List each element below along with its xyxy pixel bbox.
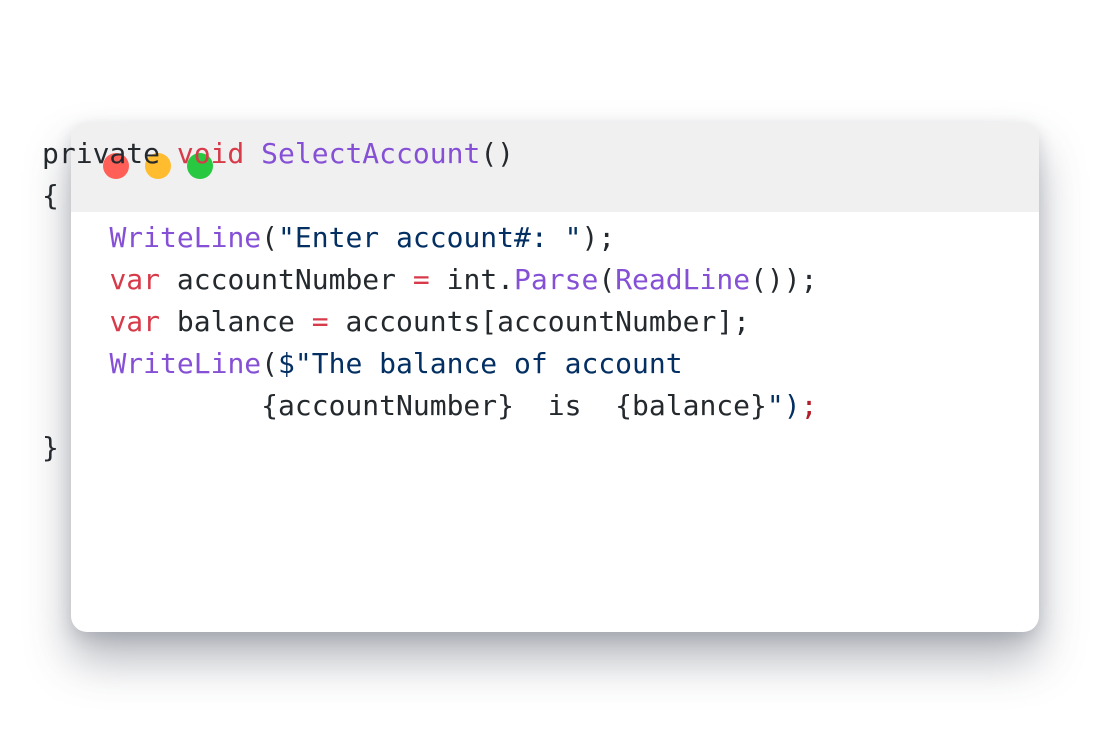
code-line: } <box>42 427 818 469</box>
code-token-plain: { <box>42 179 59 212</box>
code-line: var balance = accounts[accountNumber]; <box>42 301 818 343</box>
code-token-accent: ; <box>800 389 818 422</box>
code-line: private void SelectAccount() <box>42 133 818 175</box>
code-line: WriteLine("Enter account#: "); <box>42 217 818 259</box>
code-token-function: ReadLine <box>615 263 751 296</box>
code-token-plain: ()); <box>750 263 818 296</box>
code-token-plain: balance <box>160 305 312 338</box>
code-token-function: Parse <box>514 263 599 296</box>
code-token-plain: private <box>42 137 177 170</box>
code-token-function: WriteLine <box>109 347 262 380</box>
code-token-keyword: var <box>109 305 161 338</box>
code-token-plain: accounts[accountNumber]; <box>328 305 751 338</box>
code-token-keyword: var <box>109 263 161 296</box>
code-block: private void SelectAccount(){ WriteLine(… <box>42 133 818 469</box>
code-line: var accountNumber = int.Parse(ReadLine()… <box>42 259 818 301</box>
code-line: {accountNumber} is {balance}"); <box>42 385 818 427</box>
code-token-string: $"The balance of account <box>278 347 683 380</box>
code-token-plain: ( <box>261 221 279 254</box>
code-token-plain: accountNumber <box>160 263 413 296</box>
code-token-plain: } <box>42 431 59 464</box>
code-token-plain: () <box>480 137 515 170</box>
code-token-keyword: = <box>412 263 430 296</box>
code-token-plain: {accountNumber} is {balance} <box>42 389 767 422</box>
code-token-plain: ( <box>261 347 279 380</box>
code-token-keyword: void <box>176 137 245 170</box>
code-line: WriteLine($"The balance of account <box>42 343 818 385</box>
code-token-string: ") <box>766 389 801 422</box>
code-token-plain: ( <box>598 263 616 296</box>
code-token-function: WriteLine <box>109 221 262 254</box>
code-token-string: "Enter account#: " <box>278 221 582 254</box>
code-token-function: SelectAccount <box>261 137 481 170</box>
code-token-plain: int. <box>429 263 515 296</box>
code-token-keyword: = <box>311 305 329 338</box>
code-line: { <box>42 175 818 217</box>
code-token-plain: ); <box>581 221 616 254</box>
